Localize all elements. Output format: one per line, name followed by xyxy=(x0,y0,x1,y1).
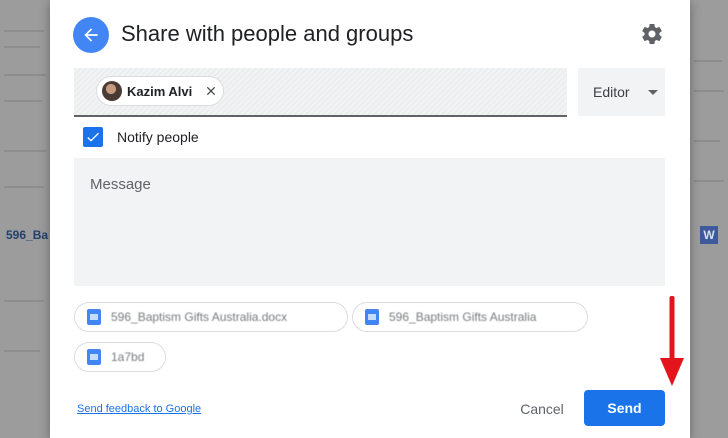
background-line xyxy=(694,60,722,62)
background-line xyxy=(4,350,40,352)
role-selected-value: Editor xyxy=(593,84,630,100)
share-dialog: Share with people and groups Kazim Alvi … xyxy=(50,0,690,438)
attachment-name: 1a7bd xyxy=(111,350,145,364)
background-line xyxy=(694,180,724,182)
background-line xyxy=(694,90,724,92)
doc-file-icon xyxy=(87,309,101,325)
doc-file-icon xyxy=(365,309,379,325)
attachment-chip[interactable]: 596_Baptism Gifts Australia.docx xyxy=(74,302,348,332)
caret-down-icon xyxy=(647,89,658,95)
checkmark-icon xyxy=(87,132,99,142)
background-document-right xyxy=(690,0,728,438)
background-line xyxy=(4,100,42,102)
recipient-chip[interactable]: Kazim Alvi xyxy=(96,76,224,106)
back-button[interactable] xyxy=(73,17,109,53)
background-line xyxy=(4,186,44,188)
background-line xyxy=(694,140,720,142)
notify-label: Notify people xyxy=(117,129,199,145)
gear-icon[interactable] xyxy=(640,22,664,46)
background-line xyxy=(4,74,46,76)
send-button[interactable]: Send xyxy=(584,390,665,426)
arrow-back-icon xyxy=(84,28,98,42)
word-doc-icon: W xyxy=(700,226,718,244)
background-line xyxy=(4,150,46,152)
feedback-link[interactable]: Send feedback to Google xyxy=(77,403,201,415)
background-line xyxy=(4,300,44,302)
background-line xyxy=(4,30,44,32)
message-placeholder: Message xyxy=(90,176,151,193)
doc-file-icon xyxy=(87,349,101,365)
background-file-label: 596_Ba xyxy=(6,228,49,242)
role-dropdown[interactable]: Editor xyxy=(578,68,665,116)
close-icon[interactable] xyxy=(204,84,218,98)
attachment-name: 596_Baptism Gifts Australia xyxy=(389,310,537,324)
background-document-left: 596_Ba xyxy=(0,0,50,438)
recipients-input[interactable]: Kazim Alvi xyxy=(74,68,567,117)
dialog-title: Share with people and groups xyxy=(121,21,414,46)
background-line xyxy=(4,46,40,48)
attachment-chip[interactable]: 1a7bd xyxy=(74,342,166,372)
recipient-name: Kazim Alvi xyxy=(127,83,193,99)
avatar xyxy=(102,81,122,101)
cancel-button[interactable]: Cancel xyxy=(502,394,582,424)
notify-checkbox[interactable] xyxy=(83,127,103,147)
annotation-arrow-icon xyxy=(660,296,684,386)
attachment-name: 596_Baptism Gifts Australia.docx xyxy=(111,310,288,324)
attachment-chip[interactable]: 596_Baptism Gifts Australia xyxy=(352,302,588,332)
message-textarea[interactable]: Message xyxy=(74,158,665,286)
